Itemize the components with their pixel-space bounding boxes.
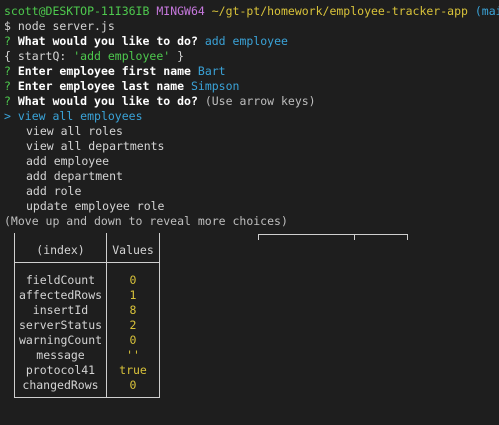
question-first-name: ? Enter employee first name Bart — [4, 64, 226, 79]
table-row-key: changedRows — [22, 378, 99, 392]
git-branch: (main) — [474, 4, 499, 18]
question-mark-icon: ? — [4, 79, 11, 93]
table-row-value: 1 — [129, 288, 137, 302]
menu-item[interactable]: add role — [26, 184, 81, 199]
table-row-key: insertId — [32, 303, 89, 317]
table-row-key: protocol41 — [25, 363, 96, 377]
menu-item[interactable]: update employee role — [26, 199, 164, 214]
object-value: 'add employee' — [73, 49, 171, 63]
table-header-divider — [14, 262, 160, 263]
table-row-key: fieldCount — [25, 273, 96, 287]
user-host: scott@DESKTOP-11I36IB — [4, 4, 150, 18]
question-action: ? What would you like to do? add employe… — [4, 34, 288, 49]
table-top-border — [258, 234, 408, 235]
question-answer: add employee — [204, 34, 288, 48]
table-row-key: message — [36, 348, 85, 362]
menu-item-selected[interactable]: > view all employees — [4, 109, 143, 124]
shell-name: MINGW64 — [156, 4, 205, 18]
menu-item[interactable]: add department — [26, 169, 123, 184]
table-row-key: warningCount — [18, 333, 103, 347]
question-mark-icon: ? — [4, 94, 11, 108]
question-label: What would you like to do? — [17, 34, 198, 48]
table-row-value: '' — [126, 348, 140, 362]
table-row-value: 2 — [129, 318, 137, 332]
terminal-window[interactable]: scott@DESKTOP-11I36IB MINGW64 ~/gt-pt/ho… — [0, 0, 499, 425]
question-label: Enter employee last name — [17, 79, 185, 93]
command-line: $ node server.js — [4, 19, 115, 33]
table-row-value: 8 — [129, 303, 137, 317]
table-border — [258, 234, 259, 240]
more-choices-hint: (Move up and down to reveal more choices… — [4, 214, 288, 228]
table-bottom-border — [14, 397, 160, 398]
menu-item[interactable]: view all roles — [26, 124, 123, 139]
table-row-value: true — [119, 363, 147, 377]
question-label: Enter employee first name — [17, 64, 191, 78]
question-mark-icon: ? — [4, 34, 11, 48]
question-mark-icon: ? — [4, 64, 11, 78]
question-action-2: ? What would you like to do? (Use arrow … — [4, 94, 316, 109]
table-row-key: serverStatus — [18, 318, 103, 332]
menu-item[interactable]: add employee — [26, 154, 109, 169]
cwd-path: ~/gt-pt/homework/employee-tracker-app — [211, 4, 468, 18]
question-last-name: ? Enter employee last name Simpson — [4, 79, 239, 94]
table-row-value: 0 — [129, 333, 137, 347]
table-border — [407, 234, 408, 240]
menu-item[interactable]: view all departments — [26, 139, 164, 154]
object-open: { startQ: — [4, 49, 74, 63]
table-row-key: affectedRows — [18, 288, 103, 302]
object-close: } — [170, 49, 185, 63]
question-label: What would you like to do? — [17, 94, 198, 108]
shell-prompt: scott@DESKTOP-11I36IB MINGW64 ~/gt-pt/ho… — [4, 4, 499, 19]
table-header: Values — [112, 243, 154, 257]
table-border-right — [159, 233, 160, 397]
question-answer: Simpson — [190, 79, 240, 93]
table-row-value: 0 — [129, 273, 137, 287]
question-hint: (Use arrow keys) — [204, 94, 316, 108]
menu-item-label: view all employees — [17, 109, 143, 123]
table-border — [354, 234, 355, 240]
table-header: (index) — [36, 243, 85, 257]
question-answer: Bart — [197, 64, 226, 78]
answer-object: { startQ: 'add employee' } — [4, 49, 184, 64]
table-row-value: 0 — [129, 378, 137, 392]
pointer-icon: > — [4, 109, 11, 123]
